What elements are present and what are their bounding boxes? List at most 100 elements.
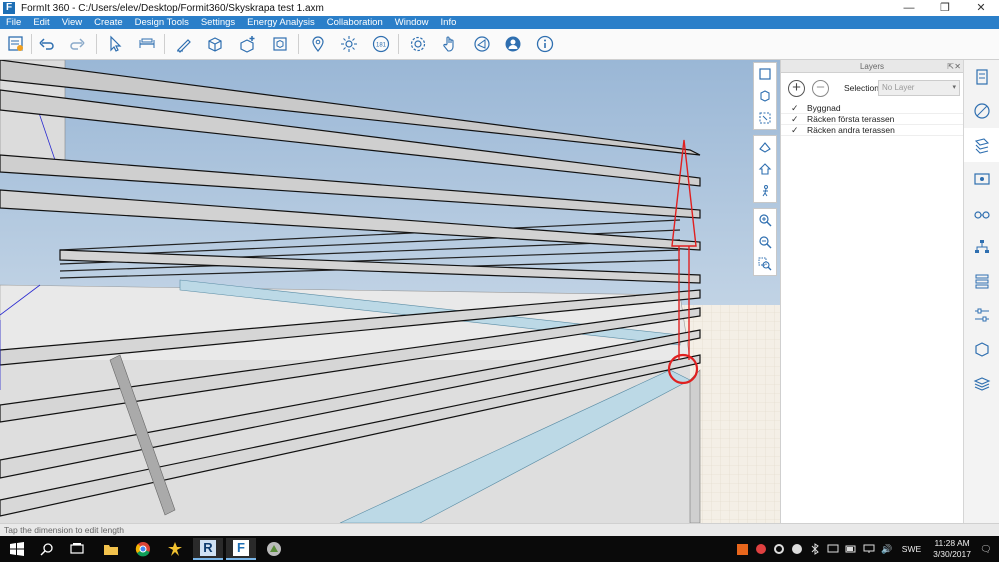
view-tools xyxy=(753,62,777,281)
menu-edit[interactable]: Edit xyxy=(27,16,55,29)
notifications-icon[interactable]: 🗨 xyxy=(979,542,993,556)
stack-icon[interactable] xyxy=(964,366,999,400)
location-pin-icon[interactable] xyxy=(307,33,329,55)
level-icon[interactable]: 181 xyxy=(370,33,392,55)
groups-tree-icon[interactable] xyxy=(964,230,999,264)
layer-name: Räcken första terassen xyxy=(807,114,895,124)
undo-icon[interactable] xyxy=(36,33,58,55)
layer-row[interactable]: ✓ Byggnad xyxy=(781,103,963,114)
menu-info[interactable]: Info xyxy=(435,16,463,29)
sketch-pen-icon[interactable] xyxy=(173,33,195,55)
add-layer-button[interactable]: + xyxy=(788,80,805,97)
layers-panel-title: Layers xyxy=(859,62,884,71)
task-view-icon[interactable] xyxy=(62,538,92,560)
select-icon[interactable] xyxy=(104,33,126,55)
scene-canvas[interactable] xyxy=(0,60,780,523)
zoom-in-icon[interactable] xyxy=(754,209,776,231)
layer-visibility-checkbox[interactable]: ✓ xyxy=(791,114,801,125)
home-view-icon[interactable] xyxy=(754,158,776,180)
remove-layer-button[interactable]: − xyxy=(812,80,829,97)
network-icon[interactable] xyxy=(862,542,876,556)
group-icon[interactable] xyxy=(269,33,291,55)
menu-window[interactable]: Window xyxy=(389,16,435,29)
formit-logo-icon: F xyxy=(3,2,15,14)
maximize-button[interactable]: ❐ xyxy=(927,0,963,16)
share-icon[interactable] xyxy=(471,33,493,55)
menu-design-tools[interactable]: Design Tools xyxy=(129,16,195,29)
menu-file[interactable]: File xyxy=(0,16,27,29)
chrome-icon[interactable] xyxy=(128,538,158,560)
speaker-icon[interactable]: 🔊 xyxy=(880,542,894,556)
file-explorer-icon[interactable] xyxy=(96,538,126,560)
system-tray: 🔊 SWE 11:28 AM 3/30/2017 🗨 xyxy=(734,536,999,562)
dimension-icon[interactable] xyxy=(136,33,158,55)
tray-display-icon[interactable] xyxy=(826,542,840,556)
input-language[interactable]: SWE xyxy=(902,544,921,554)
layer-name: Räcken andra terassen xyxy=(807,125,895,135)
project-properties-icon[interactable] xyxy=(5,33,27,55)
close-button[interactable]: ✕ xyxy=(963,0,999,16)
add-solid-icon[interactable] xyxy=(237,33,259,55)
bluetooth-icon[interactable] xyxy=(808,542,822,556)
start-icon[interactable] xyxy=(2,538,32,560)
layer-row[interactable]: ✓ Räcken andra terassen xyxy=(781,125,963,136)
clock-date: 3/30/2017 xyxy=(933,549,971,559)
tray-app-icon[interactable] xyxy=(754,542,768,556)
battery-icon[interactable] xyxy=(844,542,858,556)
visual-styles-icon[interactable] xyxy=(964,196,999,230)
properties-icon[interactable] xyxy=(964,60,999,94)
zoom-extents-icon[interactable] xyxy=(754,63,776,85)
menu-settings[interactable]: Settings xyxy=(195,16,241,29)
app-parrot-icon[interactable] xyxy=(259,538,289,560)
info-icon[interactable] xyxy=(534,33,556,55)
layer-visibility-checkbox[interactable]: ✓ xyxy=(791,125,801,136)
materials-icon[interactable] xyxy=(964,94,999,128)
menu-create[interactable]: Create xyxy=(88,16,129,29)
layers-panel: Layers ⇱ ✕ + − Selection: No Layer ▾ ✓ B… xyxy=(780,60,963,523)
pin-icon[interactable]: ⇱ xyxy=(947,60,954,73)
components-icon[interactable] xyxy=(964,332,999,366)
menu-energy-analysis[interactable]: Energy Analysis xyxy=(241,16,321,29)
layer-visibility-checkbox[interactable]: ✓ xyxy=(791,103,801,114)
redo-icon[interactable] xyxy=(66,33,88,55)
scenes-icon[interactable] xyxy=(964,162,999,196)
levels-icon[interactable] xyxy=(964,264,999,298)
layer-row[interactable]: ✓ Räcken första terassen xyxy=(781,114,963,125)
walk-icon[interactable] xyxy=(754,180,776,202)
selection-dropdown[interactable]: No Layer ▾ xyxy=(878,80,960,96)
clock[interactable]: 11:28 AM 3/30/2017 xyxy=(933,538,971,560)
cube-icon[interactable] xyxy=(204,33,226,55)
window-controls: — ❐ ✕ xyxy=(891,0,999,16)
search-icon[interactable] xyxy=(32,538,62,560)
minimize-button[interactable]: — xyxy=(891,0,927,16)
zoom-out-icon[interactable] xyxy=(754,231,776,253)
sliders-icon[interactable] xyxy=(964,298,999,332)
tray-disc-icon[interactable] xyxy=(772,542,786,556)
tray-steam-icon[interactable] xyxy=(790,542,804,556)
menu-view[interactable]: View xyxy=(56,16,88,29)
layer-name: Byggnad xyxy=(807,103,841,113)
tray-app-orange-icon[interactable] xyxy=(736,542,750,556)
status-text: Tap the dimension to edit length xyxy=(4,525,125,535)
settings-gear-icon[interactable] xyxy=(407,33,429,55)
formit-icon[interactable]: F xyxy=(226,538,256,560)
status-bar: Tap the dimension to edit length xyxy=(0,523,999,536)
zoom-window-icon[interactable] xyxy=(754,253,776,275)
main-toolbar: 181 xyxy=(0,29,999,60)
3d-viewport[interactable] xyxy=(0,60,780,523)
zoom-selected-icon[interactable] xyxy=(754,107,776,129)
chevron-down-icon: ▾ xyxy=(952,84,956,91)
app-figure-icon[interactable] xyxy=(160,538,190,560)
panel-close-icon[interactable]: ✕ xyxy=(954,60,961,73)
window-title: FormIt 360 - C:/Users/elev/Desktop/Formi… xyxy=(21,2,324,14)
view-tools-group-3 xyxy=(753,208,777,276)
hand-touch-icon[interactable] xyxy=(438,33,460,55)
layers-icon[interactable] xyxy=(964,128,999,162)
view-cube-icon[interactable] xyxy=(754,136,776,158)
user-icon[interactable] xyxy=(502,33,524,55)
revit-icon[interactable]: R xyxy=(193,538,223,560)
menu-collaboration[interactable]: Collaboration xyxy=(321,16,389,29)
right-panel-strip xyxy=(963,60,999,523)
orbit-icon[interactable] xyxy=(754,85,776,107)
sun-icon[interactable] xyxy=(338,33,360,55)
